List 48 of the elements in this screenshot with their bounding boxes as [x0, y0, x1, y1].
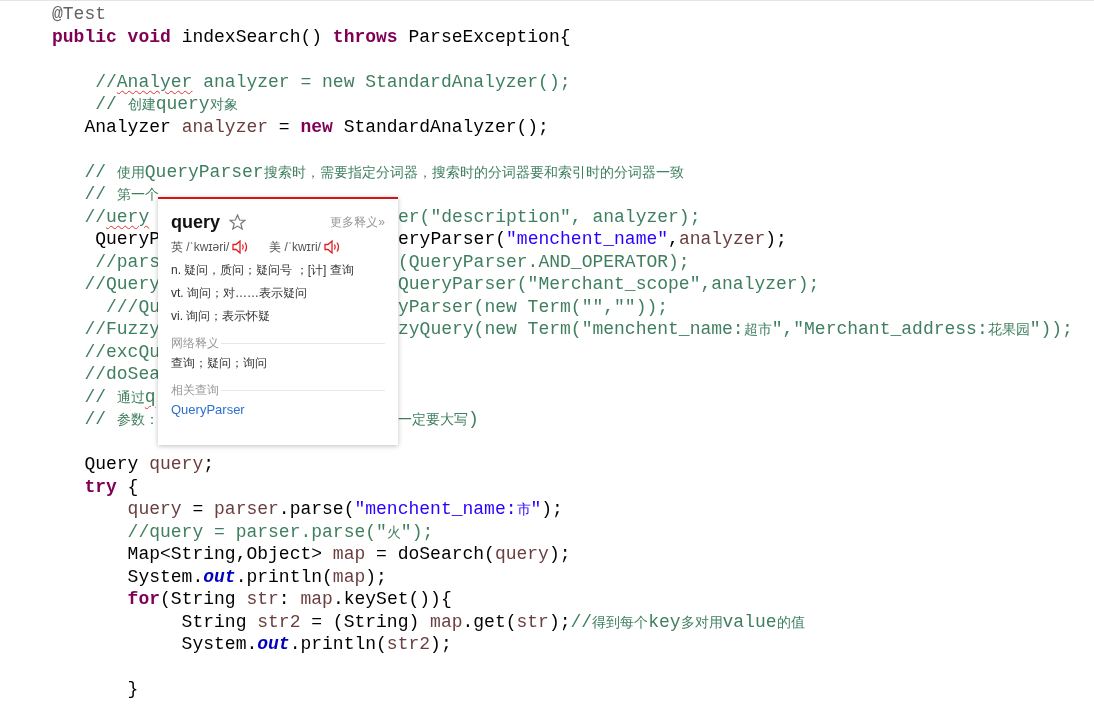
definition-text: vt. 询问；对……表示疑问	[171, 285, 308, 302]
code-line: //pars	[94, 250, 161, 273]
speaker-icon[interactable]	[232, 240, 250, 254]
code-line: 一定要大写)	[398, 408, 479, 431]
code-line: zyQuery(new Term("menchent_name:超市","Merchant_address:花果园"));	[398, 318, 1073, 341]
code-line: // 通过q	[83, 385, 156, 408]
code-line: er("description", analyzer);	[398, 205, 701, 228]
code-line: //uery	[83, 205, 150, 228]
code-line: System.out.println(str2);	[180, 633, 452, 656]
definition-text: vi. 询问；表示怀疑	[171, 308, 272, 325]
code-line: try {	[83, 475, 139, 498]
section-heading: 相关查询	[171, 381, 219, 399]
code-line: for(String str: map.keySet()){	[126, 588, 452, 611]
code-line: //Analyer analyzer = new StandardAnalyzer();	[94, 70, 571, 93]
code-line: yParser(new Term("",""));	[398, 295, 669, 318]
code-line: Map<String,Object> map = doSearch(query);	[126, 543, 571, 566]
code-line: eryParser("menchent_name",analyzer);	[398, 228, 787, 251]
code-line: // 使用QueryParser搜索时，需要指定分词器，搜索时的分词器要和索引时的分词器一致	[83, 160, 684, 183]
definition-text: n. 疑问，质问；疑问号 ；[计] 查询	[171, 262, 355, 279]
pronunciation: 英 /ˈkwɪəri/	[171, 238, 230, 256]
web-definition-text: 查询；疑问；询问	[171, 355, 268, 372]
code-line: //excQu	[83, 340, 161, 363]
popup-word: query	[171, 211, 221, 233]
related-query-link[interactable]: QueryParser	[171, 402, 245, 417]
code-line: String str2 = (String) map.get(str);//得到每个key多对用value的值	[180, 610, 805, 633]
speaker-icon[interactable]	[323, 240, 341, 254]
code-line: (QueryParser.AND_OPERATOR);	[398, 250, 690, 273]
code-line: // 参数：	[83, 408, 159, 431]
code-line: public void indexSearch() throws ParseException{	[52, 25, 571, 48]
code-line: @Test	[52, 3, 106, 26]
more-definitions-link[interactable]: 更多释义»	[330, 213, 385, 231]
pronunciation: 美 /ˈkwɪri/	[269, 238, 321, 256]
code-line: //Fuzzy	[83, 318, 161, 341]
code-line: }	[126, 678, 139, 701]
code-line: // 第一个	[83, 183, 159, 206]
code-line: // 创建query对象	[94, 93, 238, 116]
code-line: QueryParser("Merchant_scope",analyzer);	[398, 273, 820, 296]
section-heading: 网络释义	[171, 334, 219, 352]
code-line: QueryP	[94, 228, 161, 251]
code-line: Query query;	[83, 453, 215, 476]
code-line: //query = parser.parse("火");	[126, 520, 434, 543]
code-line: //Query	[83, 273, 161, 296]
code-line: //doSea	[83, 363, 161, 386]
code-line: query = parser.parse("menchent_name:市");	[126, 498, 563, 521]
code-line: System.out.println(map);	[126, 565, 387, 588]
code-line: Analyzer analyzer = new StandardAnalyzer();	[83, 115, 549, 138]
star-icon[interactable]	[229, 214, 247, 230]
code-line: ///Qu	[105, 295, 161, 318]
